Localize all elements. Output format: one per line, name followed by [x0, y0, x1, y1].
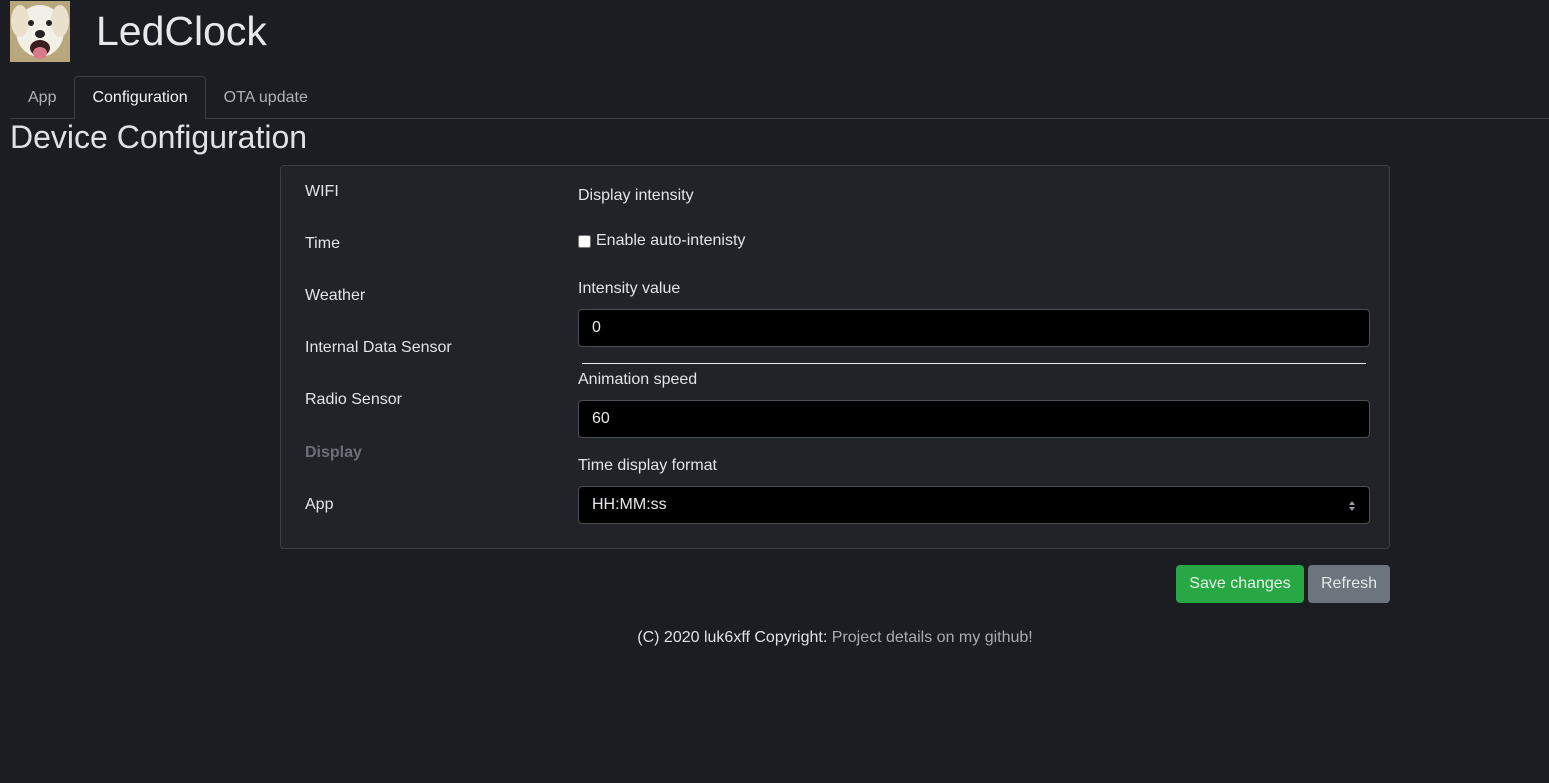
time-display-format-label: Time display format	[578, 457, 717, 474]
sidebar-item-display[interactable]: Display	[305, 444, 362, 462]
tab-configuration[interactable]: Configuration	[74, 76, 206, 120]
footer-copyright: (C) 2020 luk6xff Copyright:	[637, 629, 832, 646]
sidebar-item-internal-data-sensor[interactable]: Internal Data Sensor	[305, 339, 452, 357]
auto-intensity-label: Enable auto-intenisty	[596, 232, 746, 249]
sidebar-item-app[interactable]: App	[305, 496, 333, 514]
display-intensity-heading: Display intensity	[578, 187, 694, 204]
save-changes-button[interactable]: Save changes	[1176, 565, 1304, 603]
intensity-value-input[interactable]: 0	[578, 309, 1370, 347]
auto-intensity-checkbox[interactable]	[578, 234, 591, 248]
config-panel: WIFI Time Weather Internal Data Sensor R…	[280, 165, 1390, 549]
animation-speed-label: Animation speed	[578, 371, 698, 388]
time-display-format-value: HH:MM:ss	[592, 496, 667, 513]
auto-intensity-row[interactable]: Enable auto-intenisty	[578, 232, 745, 250]
sidebar-item-time[interactable]: Time	[305, 235, 340, 253]
sidebar-item-radio-sensor[interactable]: Radio Sensor	[305, 391, 402, 409]
sidebar-item-wifi[interactable]: WIFI	[305, 183, 339, 201]
select-arrows-icon	[1349, 501, 1355, 511]
app-title: LedClock	[96, 8, 267, 54]
app-header	[10, 0, 70, 62]
display-settings: Display intensity Enable auto-intenisty …	[578, 166, 1370, 548]
sidebar-item-weather[interactable]: Weather	[305, 287, 365, 305]
tab-app[interactable]: App	[10, 76, 74, 119]
footer: (C) 2020 luk6xff Copyright: Project deta…	[0, 629, 1549, 647]
animation-speed-input[interactable]: 60	[578, 400, 1370, 438]
refresh-button[interactable]: Refresh	[1308, 565, 1390, 603]
time-display-format-select[interactable]: HH:MM:ss	[578, 486, 1370, 524]
tab-ota-update[interactable]: OTA update	[206, 76, 326, 119]
config-sidebar: WIFI Time Weather Internal Data Sensor R…	[281, 166, 561, 548]
tab-bar: App Configuration OTA update	[10, 76, 1549, 120]
page-title: Device Configuration	[10, 119, 308, 155]
intensity-value-label: Intensity value	[578, 280, 681, 297]
logo-icon	[10, 0, 70, 62]
divider	[582, 363, 1366, 364]
github-link[interactable]: Project details on my github!	[832, 629, 1033, 646]
